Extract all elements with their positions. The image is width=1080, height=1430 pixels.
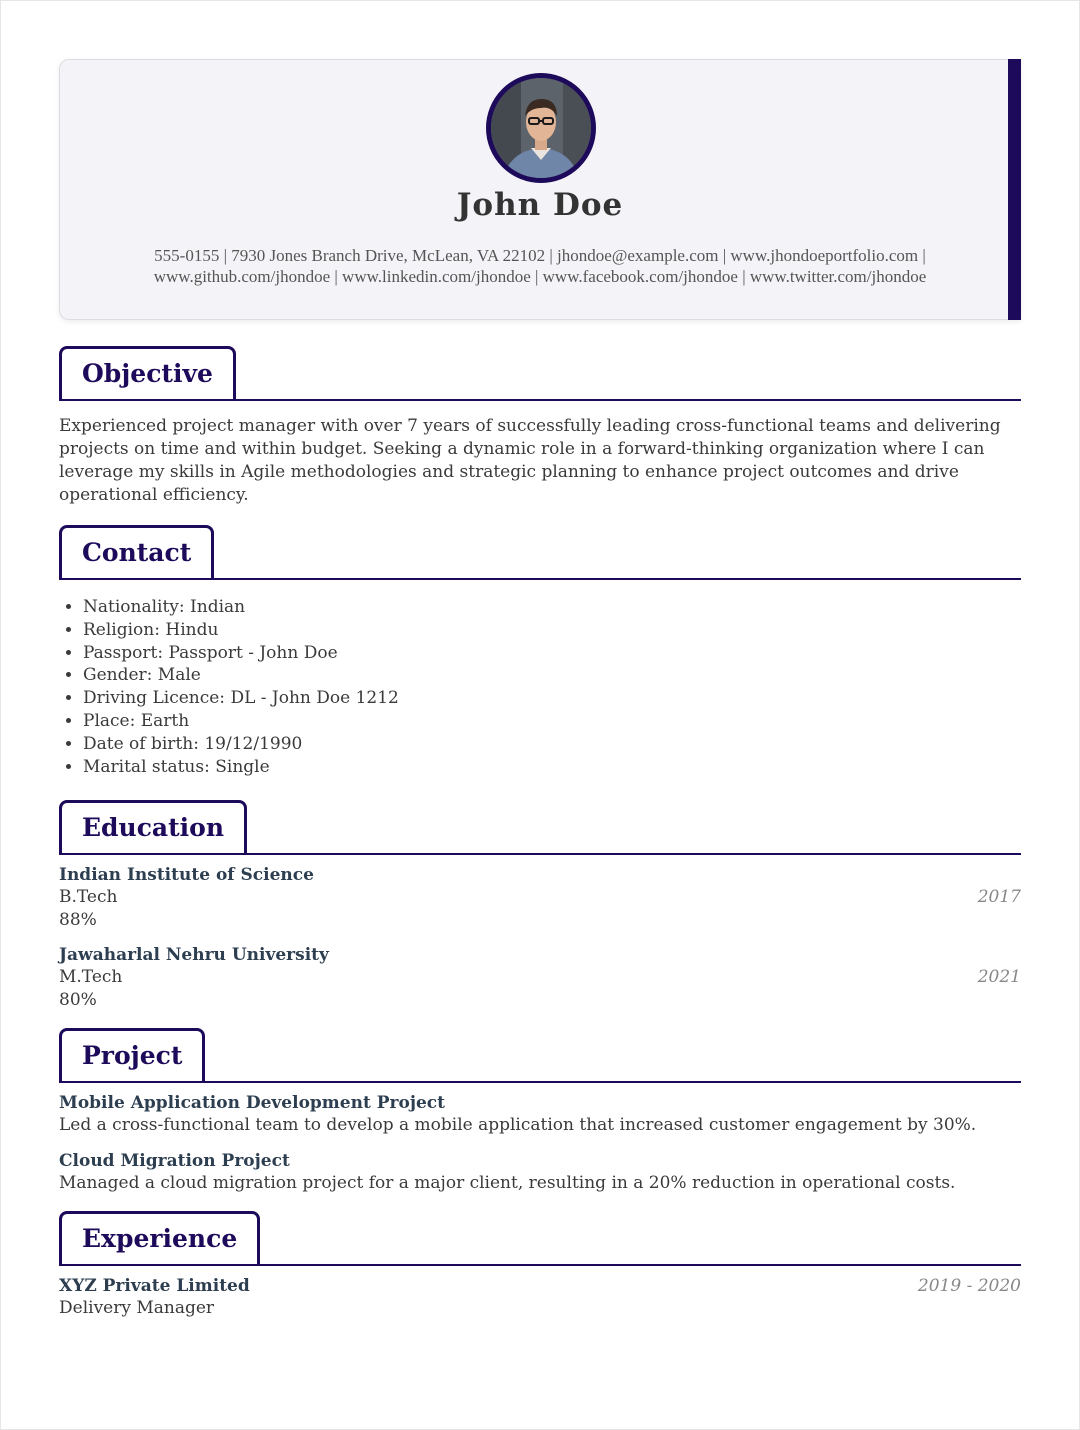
project-description: Led a cross-functional team to develop a… [59,1115,977,1135]
resume: John Doe 555-0155 | 7930 Jones Branch Dr… [59,59,1021,1318]
avatar-photo-icon [491,78,591,178]
experience-heading: Experience [59,1211,261,1264]
education-score: 88% [59,910,97,930]
project-section: Project Mobile Application Development P… [59,1028,1021,1195]
section-divider [59,1264,1021,1266]
contact-header: Contact [59,525,1021,581]
education-score: 80% [59,990,97,1010]
education-institution: Jawaharlal Nehru University [59,945,329,965]
list-item: Gender: Male [83,664,1021,687]
project-title: Mobile Application Development Project [59,1093,445,1113]
section-divider [59,853,1021,855]
experience-role: Delivery Manager [59,1298,215,1318]
contact-section: Contact Nationality: Indian Religion: Hi… [59,525,1021,778]
objective-header: Objective [59,346,1021,402]
project-title: Cloud Migration Project [59,1151,290,1171]
list-item: Date of birth: 19/12/1990 [83,733,1021,756]
project-heading: Project [59,1028,206,1081]
section-divider [59,399,1021,401]
experience-entry: 2019 - 2020 XYZ Private Limited Delivery… [59,1275,1021,1320]
list-item: Religion: Hindu [83,619,1021,642]
education-heading: Education [59,800,248,853]
experience-period: 2019 - 2020 [917,1276,1021,1296]
experience-header: Experience [59,1211,1021,1267]
education-entry: Jawaharlal Nehru University 2021 M.Tech … [59,944,1021,1012]
header-contact-line-2: www.github.com/jhondoe | www.linkedin.co… [153,267,927,286]
education-entry: Indian Institute of Science 2017 B.Tech … [59,864,1021,932]
project-entry: Cloud Migration Project Managed a cloud … [59,1150,1021,1195]
education-institution: Indian Institute of Science [59,865,314,885]
experience-company: XYZ Private Limited [59,1276,250,1296]
list-item: Place: Earth [83,710,1021,733]
education-degree: B.Tech [59,887,118,907]
project-entry: Mobile Application Development Project L… [59,1092,1021,1137]
education-degree: M.Tech [59,967,123,987]
avatar [486,73,596,183]
candidate-name: John Doe [456,187,624,223]
list-item: Driving Licence: DL - John Doe 1212 [83,687,1021,710]
section-divider [59,1081,1021,1083]
header-contact-line-1: 555-0155 | 7930 Jones Branch Drive, McLe… [154,246,926,265]
objective-section: Objective Experienced project manager wi… [59,346,1021,507]
experience-section: Experience 2019 - 2020 XYZ Private Limit… [59,1211,1021,1320]
education-header: Education [59,800,1021,856]
project-header: Project [59,1028,1021,1084]
project-description: Managed a cloud migration project for a … [59,1173,956,1193]
education-year: 2021 [977,967,1021,987]
contact-list: Nationality: Indian Religion: Hindu Pass… [59,596,1021,778]
section-divider [59,578,1021,580]
header-card: John Doe 555-0155 | 7930 Jones Branch Dr… [59,59,1021,320]
list-item: Passport: Passport - John Doe [83,642,1021,665]
list-item: Nationality: Indian [83,596,1021,619]
objective-text: Experienced project manager with over 7 … [59,416,1001,505]
contact-heading: Contact [59,525,215,578]
education-year: 2017 [977,887,1021,907]
list-item: Marital status: Single [83,756,1021,779]
objective-heading: Objective [59,346,236,399]
education-section: Education Indian Institute of Science 20… [59,800,1021,1012]
